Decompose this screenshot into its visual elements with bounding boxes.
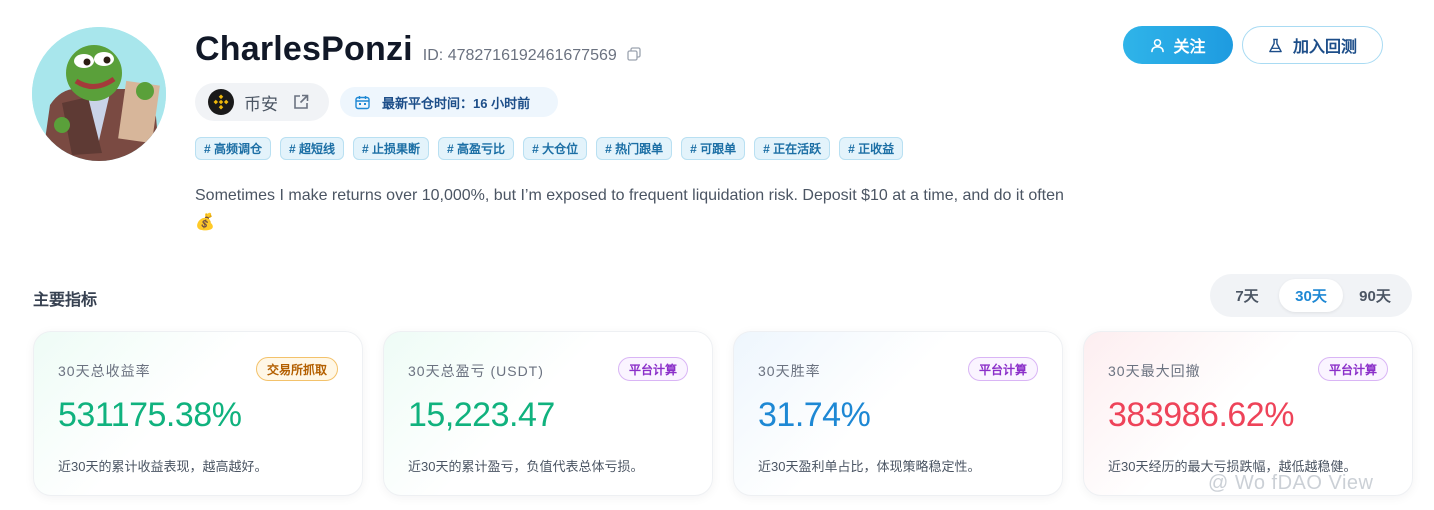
tag: # 可跟单	[681, 137, 746, 160]
metric-value: 531175.38%	[58, 396, 242, 434]
tag: # 超短线	[280, 137, 345, 160]
add-backtest-button[interactable]: 加入回测	[1242, 26, 1383, 64]
metric-value: 15,223.47	[408, 396, 555, 434]
source-badge: 交易所抓取	[255, 357, 338, 381]
tag-list: # 高频调仓 # 超短线 # 止损果断 # 高盈亏比 # 大仓位 # 热门跟单 …	[195, 137, 904, 160]
metric-card-win-rate: 30天胜率 平台计算 31.74% 近30天盈利单占比，体现策略稳定性。	[733, 331, 1063, 496]
backtest-label: 加入回测	[1292, 39, 1357, 56]
binance-logo-icon	[208, 89, 234, 115]
watermark-text: @ Wo fDAO View	[1208, 472, 1374, 494]
avatar-image	[32, 27, 166, 161]
bio: Sometimes I make returns over 10,000%, b…	[195, 187, 1064, 231]
period-90d[interactable]: 90天	[1343, 279, 1407, 312]
source-badge: 平台计算	[617, 357, 688, 381]
metric-description: 近30天盈利单占比，体现策略稳定性。	[758, 459, 981, 474]
flask-icon	[1269, 38, 1282, 52]
period-switch: 7天 30天 90天	[1210, 274, 1412, 317]
metric-label: 30天总盈亏 (USDT)	[408, 363, 544, 379]
follow-button[interactable]: 关注	[1123, 26, 1233, 64]
period-7d[interactable]: 7天	[1215, 279, 1279, 312]
tag: # 热门跟单	[596, 137, 673, 160]
period-30d[interactable]: 30天	[1279, 279, 1343, 312]
copy-icon[interactable]	[627, 47, 641, 61]
tag: # 高盈亏比	[438, 137, 515, 160]
metric-value: 383986.62%	[1108, 396, 1294, 434]
exchange-link[interactable]: 币安	[195, 83, 329, 121]
name-row: CharlesPonzi ID: 4782716192461677569	[195, 30, 641, 69]
username: CharlesPonzi	[195, 30, 413, 68]
external-link-icon	[292, 93, 310, 111]
last-close-time: 最新平仓时间：16 小时前	[340, 87, 558, 117]
last-close-text: 最新平仓时间：16 小时前	[382, 95, 531, 111]
metric-card-total-return: 30天总收益率 交易所抓取 531175.38% 近30天的累计收益表现，越高越…	[33, 331, 363, 496]
metric-label: 30天胜率	[758, 363, 821, 379]
tag: # 正在活跃	[754, 137, 831, 160]
source-badge: 平台计算	[1317, 357, 1388, 381]
metric-label: 30天总收益率	[58, 363, 151, 379]
user-icon	[1151, 38, 1165, 52]
source-badge: 平台计算	[967, 357, 1038, 381]
metric-value: 31.74%	[758, 396, 871, 434]
exchange-name: 币安	[244, 94, 278, 114]
user-id: ID: 4782716192461677569	[422, 47, 617, 64]
tag: # 高频调仓	[195, 137, 272, 160]
calendar-icon	[355, 95, 370, 110]
metric-card-total-pnl: 30天总盈亏 (USDT) 平台计算 15,223.47 近30天的累计盈亏，负…	[383, 331, 713, 496]
section-title: 主要指标	[33, 292, 98, 309]
metric-label: 30天最大回撤	[1108, 363, 1201, 379]
tag: # 止损果断	[353, 137, 430, 160]
metric-description: 近30天的累计收益表现，越高越好。	[58, 459, 268, 474]
tag: # 正收益	[839, 137, 904, 160]
tag: # 大仓位	[523, 137, 588, 160]
follow-label: 关注	[1173, 39, 1206, 56]
avatar	[32, 27, 166, 161]
watermark: @ Wo fDAO View	[1208, 472, 1374, 495]
metric-description: 近30天的累计盈亏，负值代表总体亏损。	[408, 459, 644, 474]
